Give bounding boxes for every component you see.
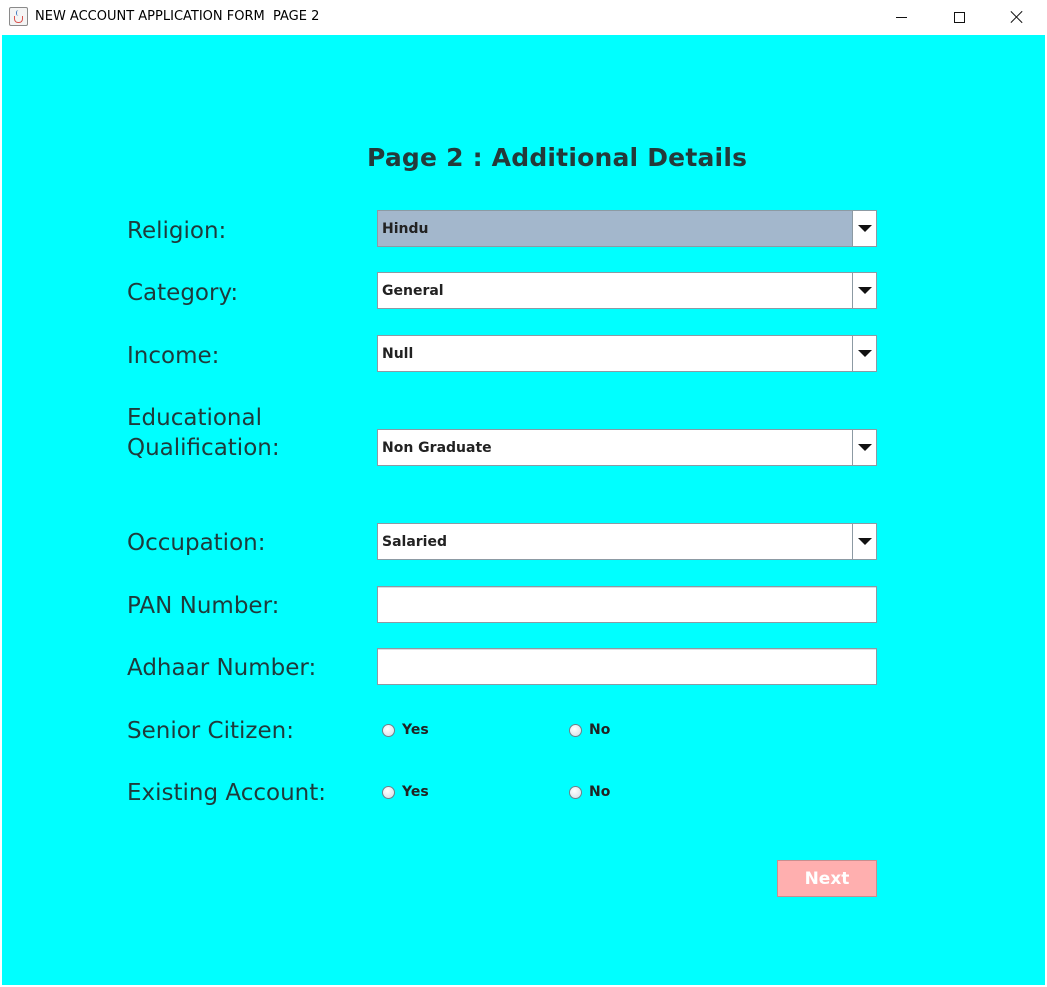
- occupation-value: Salaried: [382, 533, 447, 550]
- education-value: Non Graduate: [382, 439, 492, 456]
- income-label: Income:: [127, 343, 220, 369]
- pan-input[interactable]: [377, 586, 877, 623]
- income-value: Null: [382, 345, 414, 362]
- occupation-dropdown[interactable]: Salaried: [377, 523, 877, 560]
- existing-account-label: Existing Account:: [127, 780, 327, 806]
- occupation-label: Occupation:: [127, 530, 266, 556]
- minimize-icon: [895, 16, 907, 18]
- java-cup-icon: [9, 7, 28, 26]
- chevron-down-icon[interactable]: [852, 336, 876, 371]
- chevron-down-icon[interactable]: [852, 524, 876, 559]
- chevron-down-icon[interactable]: [852, 430, 876, 465]
- radio-circle-icon[interactable]: [569, 723, 582, 737]
- page-title: Page 2 : Additional Details: [367, 143, 748, 172]
- religion-dropdown[interactable]: Hindu: [377, 210, 877, 247]
- radio-label: Yes: [402, 722, 429, 738]
- chevron-down-icon[interactable]: [852, 273, 876, 308]
- existing-account-no-radio[interactable]: No: [569, 784, 610, 800]
- chevron-down-icon[interactable]: [852, 211, 876, 246]
- education-label-line2: Qualification:: [127, 435, 280, 461]
- income-dropdown[interactable]: Null: [377, 335, 877, 372]
- education-dropdown[interactable]: Non Graduate: [377, 429, 877, 466]
- window-title: NEW ACCOUNT APPLICATION FORM PAGE 2: [35, 9, 320, 24]
- radio-label: No: [589, 722, 611, 738]
- close-button[interactable]: [988, 0, 1046, 34]
- religion-label: Religion:: [127, 218, 227, 244]
- category-value: General: [382, 282, 444, 299]
- form-panel: Page 2 : Additional Details Religion: Hi…: [2, 35, 1045, 985]
- education-label-line1: Educational: [127, 405, 262, 431]
- adhaar-label: Adhaar Number:: [127, 655, 317, 681]
- close-icon: [1010, 10, 1024, 24]
- radio-circle-icon[interactable]: [382, 723, 395, 737]
- pan-label: PAN Number:: [127, 593, 280, 619]
- senior-citizen-label: Senior Citizen:: [127, 718, 294, 744]
- minimize-button[interactable]: [872, 0, 930, 34]
- radio-circle-icon[interactable]: [569, 785, 582, 799]
- category-label: Category:: [127, 280, 239, 306]
- senior-citizen-no-radio[interactable]: No: [569, 722, 610, 738]
- radio-label: No: [589, 784, 611, 800]
- religion-value: Hindu: [382, 220, 429, 237]
- category-dropdown[interactable]: General: [377, 272, 877, 309]
- existing-account-yes-radio[interactable]: Yes: [382, 784, 429, 800]
- next-button[interactable]: Next: [777, 860, 877, 897]
- maximize-button[interactable]: [930, 0, 988, 34]
- senior-citizen-yes-radio[interactable]: Yes: [382, 722, 429, 738]
- radio-circle-icon[interactable]: [382, 785, 395, 799]
- adhaar-input[interactable]: [377, 648, 877, 685]
- radio-label: Yes: [402, 784, 429, 800]
- maximize-icon: [953, 11, 965, 23]
- window-title-bar: NEW ACCOUNT APPLICATION FORM PAGE 2: [0, 0, 1047, 34]
